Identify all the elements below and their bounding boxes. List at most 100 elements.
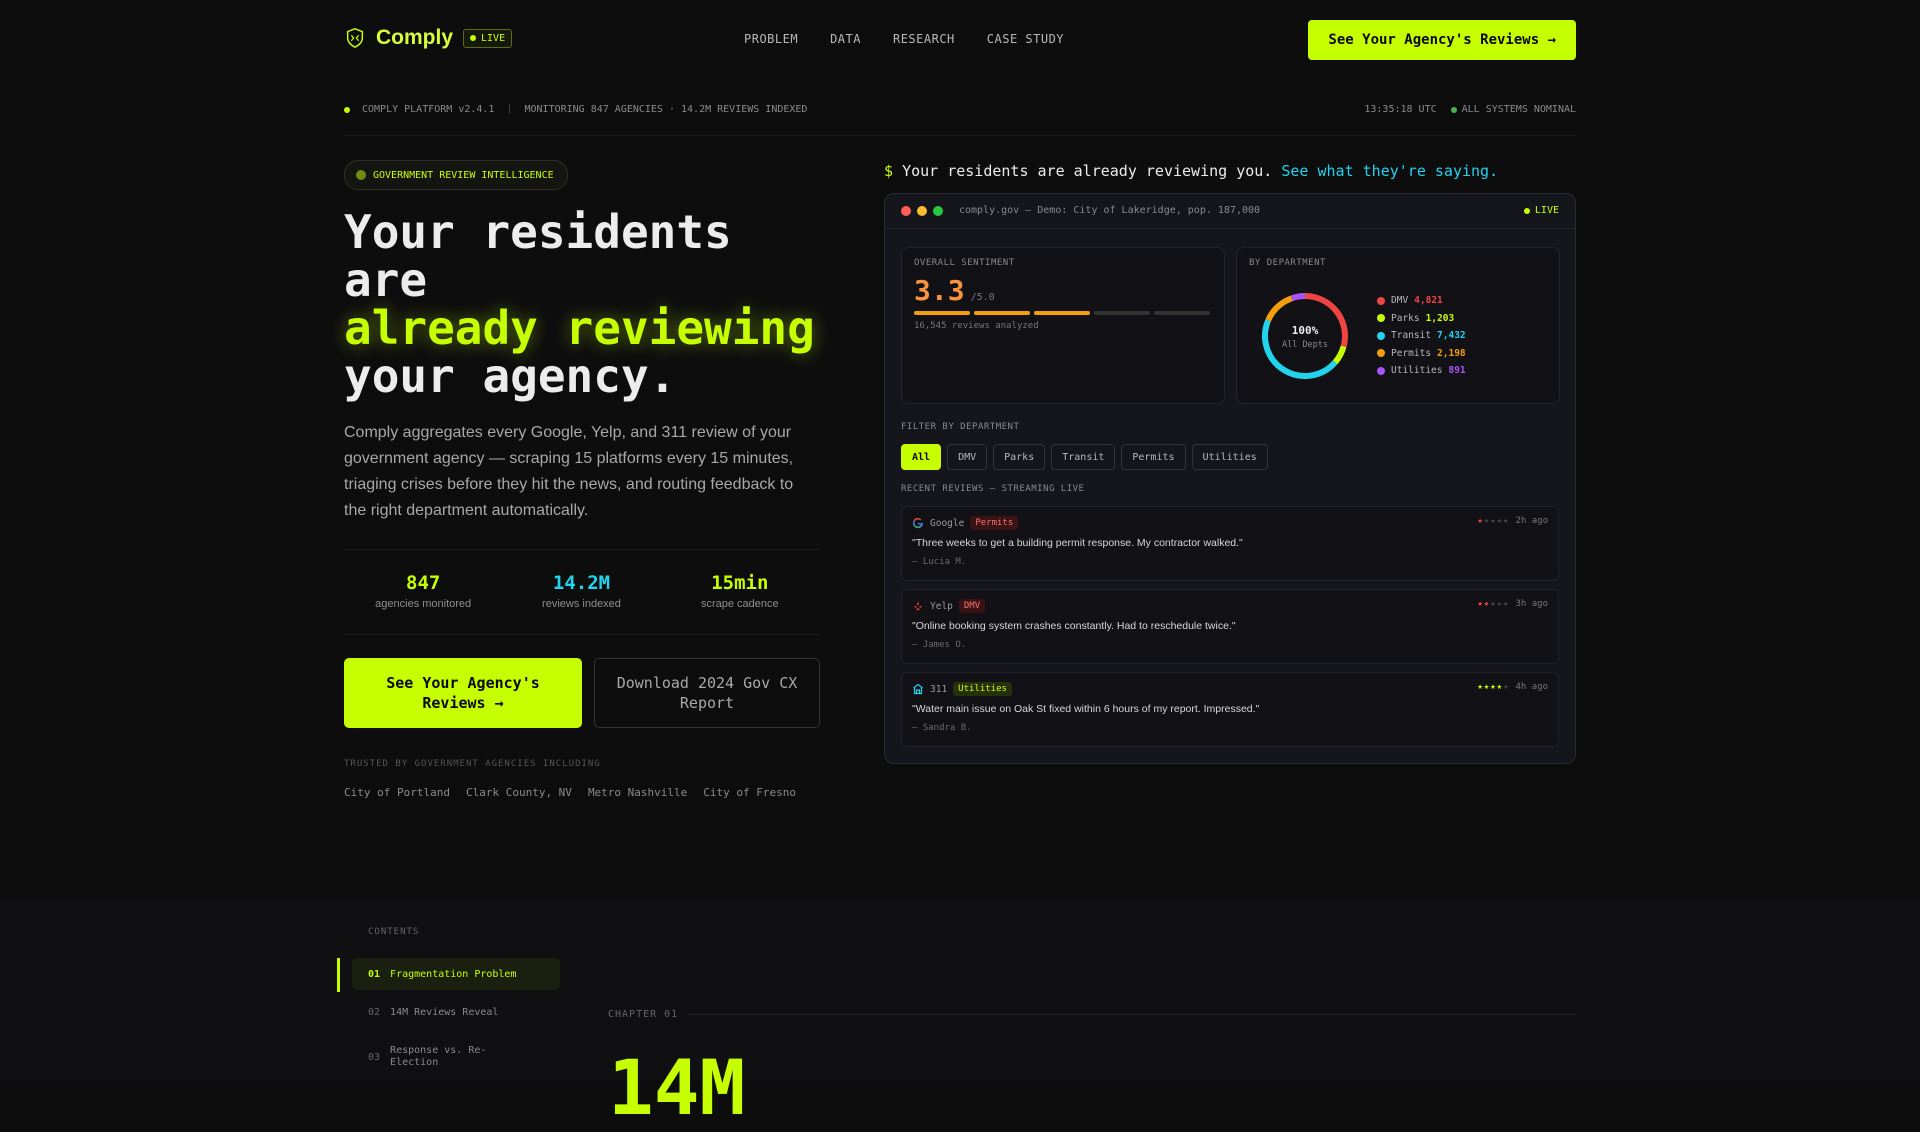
- legend-dot-icon: [1377, 331, 1385, 340]
- sentiment-card: OVERALL SENTIMENT 3.3 /5.0 16,545 review…: [901, 247, 1225, 404]
- prompt-link[interactable]: See what they're saying.: [1281, 162, 1498, 180]
- legend-item-dmv[interactable]: DMV 4,821: [1377, 292, 1466, 310]
- chapter-big-number: 14M: [608, 1043, 746, 1132]
- legend-count: 891: [1448, 365, 1466, 377]
- reviews-analyzed: 16,545 reviews analyzed: [914, 321, 1039, 331]
- legend-item-permits[interactable]: Permits 2,198: [1377, 345, 1466, 363]
- contents-section: [0, 900, 1920, 1080]
- hero-headline: Your residents are already reviewing you…: [344, 208, 864, 400]
- stat-cadence: 15min scrape cadence: [661, 550, 819, 634]
- toc-label: Response vs. Re-: [390, 1045, 487, 1056]
- window-live-label: LIVE: [1534, 205, 1559, 216]
- stat-value: 847: [406, 572, 441, 594]
- legend-name: Transit: [1391, 330, 1432, 342]
- toc-label: 14M Reviews Reveal: [390, 1007, 499, 1018]
- toc-number: 02: [368, 1007, 381, 1018]
- sentiment-bar-segment: [914, 311, 970, 315]
- headline-highlight: already reviewing: [344, 301, 815, 355]
- legend-item-parks[interactable]: Parks 1,203: [1377, 310, 1466, 328]
- toc-item-fragmentation[interactable]: 01 Fragmentation Problem: [352, 958, 560, 990]
- window-titlebar: comply.gov — Demo: City of Lakeridge, po…: [885, 194, 1575, 229]
- nav-link-case-study[interactable]: CASE STUDY: [987, 32, 1064, 46]
- platform-dot-icon: [344, 106, 350, 113]
- legend-name: Parks: [1391, 312, 1420, 324]
- legend-item-transit[interactable]: Transit 7,432: [1377, 327, 1466, 345]
- review-source: Yelp: [930, 600, 953, 612]
- chapter-divider: [688, 1014, 1576, 1015]
- headline-line-1: Your residents: [344, 205, 732, 259]
- cta-secondary-line-1: Download 2024 Gov CX: [616, 674, 798, 692]
- toc-item-reviews-reveal[interactable]: 02 14M Reviews Reveal: [352, 1007, 560, 1018]
- filter-chip-utilities[interactable]: Utilities: [1191, 444, 1268, 470]
- review-card[interactable]: Google Permits ★★★★★ 2h ago "Three weeks…: [901, 506, 1559, 581]
- review-card[interactable]: 311 Utilities ★★★★★ 4h ago "Water main i…: [901, 672, 1559, 747]
- cta-secondary-line-2: Report: [679, 694, 735, 712]
- window-live-badge: LIVE: [1523, 205, 1559, 216]
- stat-agencies: 847 agencies monitored: [344, 550, 502, 634]
- legend-item-utilities[interactable]: Utilities 891: [1377, 362, 1466, 380]
- legend-count: 4,821: [1414, 295, 1443, 307]
- clock-text: 13:35:18 UTC: [1364, 104, 1437, 115]
- stat-label: agencies monitored: [375, 598, 472, 610]
- live-dot-icon: [470, 35, 477, 41]
- filter-chip-all[interactable]: All: [901, 444, 942, 470]
- legend-dot-icon: [1377, 296, 1385, 305]
- donut-slice-permits: [1265, 295, 1293, 322]
- filter-chip-transit[interactable]: Transit: [1051, 444, 1116, 470]
- sentiment-label: OVERALL SENTIMENT: [914, 258, 1015, 268]
- yelp-icon: [914, 601, 922, 611]
- filter-chips: All DMV Parks Transit Permits Utilities: [901, 444, 1268, 470]
- prompt-text: Your residents are already reviewing you…: [902, 162, 1273, 180]
- systems-status: ALL SYSTEMS NOMINAL: [1461, 104, 1576, 115]
- filter-label: FILTER BY DEPARTMENT: [901, 422, 1020, 432]
- department-label: BY DEPARTMENT: [1249, 258, 1326, 268]
- recent-reviews-label: RECENT REVIEWS — STREAMING LIVE: [901, 484, 1085, 494]
- review-text: "Online booking system crashes constantl…: [912, 620, 1236, 632]
- nav-link-problem[interactable]: PROBLEM: [744, 32, 798, 46]
- toc-number: 01: [368, 968, 381, 980]
- department-tag: Permits: [970, 516, 1019, 530]
- legend-count: 2,198: [1437, 347, 1466, 359]
- client-list: City of Portland Clark County, NV Metro …: [344, 786, 796, 799]
- client-name: City of Portland: [344, 786, 450, 799]
- stat-label: scrape cadence: [700, 598, 779, 610]
- google-icon: [913, 517, 923, 529]
- trusted-label: TRUSTED BY GOVERNMENT AGENCIES INCLUDING: [344, 759, 601, 769]
- nav-link-data[interactable]: DATA: [830, 32, 861, 46]
- review-time: 4h ago: [1515, 682, 1548, 692]
- department-donut-chart: 100% All Depts: [1262, 293, 1348, 379]
- brand-logo[interactable]: Comply LIVE: [344, 26, 513, 50]
- toc-active-indicator: [337, 958, 340, 992]
- sentiment-bar-segment: [974, 311, 1030, 315]
- filter-chip-parks[interactable]: Parks: [993, 444, 1046, 470]
- headline-line-2: are: [344, 253, 428, 307]
- review-card[interactable]: Yelp DMV ★★★★★ 3h ago "Online booking sy…: [901, 589, 1559, 664]
- client-name: Metro Nashville: [587, 786, 688, 799]
- toc-item-response-election[interactable]: 03 Response vs. Re- Election: [352, 1045, 560, 1069]
- download-report-button[interactable]: Download 2024 Gov CX Report: [594, 658, 820, 728]
- platform-version: COMPLY PLATFORM v2.4.1: [362, 104, 495, 115]
- see-reviews-button[interactable]: See Your Agency's Reviews →: [344, 658, 582, 728]
- donut-slice-utilities: [1290, 293, 1306, 302]
- legend-count: 7,432: [1437, 330, 1466, 342]
- live-label: LIVE: [481, 32, 506, 44]
- nav-cta-button[interactable]: See Your Agency's Reviews →: [1308, 20, 1576, 60]
- filter-chip-dmv[interactable]: DMV: [947, 444, 988, 470]
- demo-window: comply.gov — Demo: City of Lakeridge, po…: [884, 193, 1576, 764]
- top-nav: Comply LIVE PROBLEM DATA RESEARCH CASE S…: [344, 20, 1576, 60]
- department-tag: Utilities: [953, 682, 1012, 696]
- legend-dot-icon: [1377, 366, 1385, 375]
- sentiment-bar-segment: [1034, 311, 1090, 315]
- nav-link-research[interactable]: RESEARCH: [893, 32, 955, 46]
- filter-chip-permits[interactable]: Permits: [1121, 444, 1186, 470]
- minimize-dot-icon[interactable]: [917, 206, 927, 216]
- hero-description: Comply aggregates every Google, Yelp, an…: [344, 424, 794, 519]
- shield-icon: [346, 28, 364, 48]
- pill-dot-icon: [356, 170, 366, 180]
- close-dot-icon[interactable]: [901, 206, 911, 216]
- maximize-dot-icon[interactable]: [933, 206, 943, 216]
- sentiment-bar-segment: [1094, 311, 1150, 315]
- sentiment-value: 3.3: [914, 274, 965, 307]
- monitoring-text: MONITORING 847 AGENCIES · 14.2M REVIEWS …: [524, 104, 808, 115]
- review-source: 311: [930, 683, 948, 695]
